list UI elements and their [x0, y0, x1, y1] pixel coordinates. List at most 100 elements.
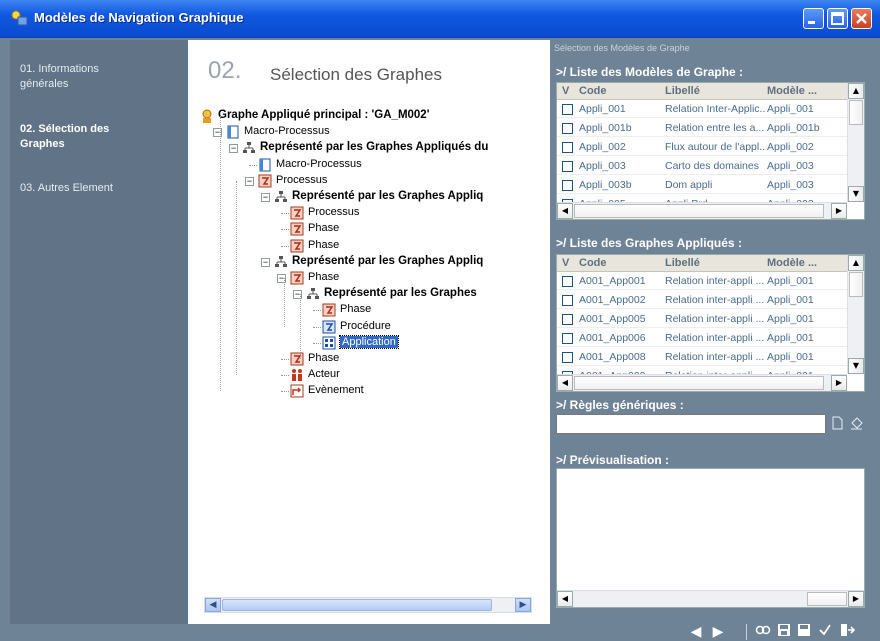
- tree-node[interactable]: Procédure: [200, 319, 535, 335]
- exit-icon[interactable]: [838, 623, 856, 641]
- tree-node[interactable]: − Processus: [200, 173, 535, 189]
- row-checkbox[interactable]: [562, 142, 573, 153]
- scroll-left-button[interactable]: ◀: [557, 203, 573, 219]
- row-checkbox[interactable]: [562, 333, 573, 344]
- preview-scroll-right[interactable]: ▶: [848, 591, 864, 607]
- collapse-toggle-icon[interactable]: −: [229, 144, 238, 154]
- tree-node[interactable]: − Représenté par les Graphes Appliqués du: [200, 140, 535, 156]
- next-arrow-icon[interactable]: ▶: [711, 623, 725, 641]
- scroll-thumb[interactable]: [222, 599, 492, 611]
- nav-step-autres-elements[interactable]: 03. Autres Element: [20, 181, 185, 196]
- table-row[interactable]: A001_App005 Relation inter-appli ... Appli…: [557, 311, 847, 328]
- tree-node-label: Phase: [308, 238, 340, 251]
- scroll-right-button[interactable]: ▶: [515, 598, 531, 612]
- table-row[interactable]: A001_App006 Relation inter-appli ... Appli…: [557, 330, 847, 347]
- row-checkbox[interactable]: [562, 104, 573, 115]
- scroll-thumb[interactable]: [574, 376, 824, 390]
- column-header[interactable]: Modèle ...: [767, 85, 817, 97]
- validate-icon[interactable]: [816, 623, 834, 641]
- column-header[interactable]: Code: [579, 85, 607, 97]
- links-icon[interactable]: [754, 623, 772, 641]
- row-checkbox[interactable]: [562, 314, 573, 325]
- rules-input[interactable]: [556, 414, 826, 434]
- column-header[interactable]: V: [562, 85, 569, 97]
- tree-node[interactable]: Phase: [200, 221, 535, 237]
- scroll-thumb[interactable]: [574, 204, 824, 218]
- scroll-thumb[interactable]: [849, 272, 863, 297]
- preview-scroll-left[interactable]: ◀: [557, 591, 573, 607]
- scroll-down-button[interactable]: ▼: [848, 186, 864, 202]
- row-checkbox[interactable]: [562, 161, 573, 172]
- maximize-button[interactable]: [827, 8, 848, 29]
- vertical-scrollbar[interactable]: ▲ ▼: [847, 83, 864, 202]
- new-document-icon[interactable]: [828, 416, 845, 432]
- column-header[interactable]: Code: [579, 257, 607, 269]
- collapse-toggle-icon[interactable]: −: [245, 176, 254, 186]
- column-header[interactable]: Libellé: [665, 85, 700, 97]
- tree-node[interactable]: Phase: [200, 238, 535, 254]
- tree-node[interactable]: Phase: [200, 351, 535, 367]
- horizontal-scrollbar[interactable]: ◀ ▶: [557, 374, 847, 391]
- scroll-left-button[interactable]: ◀: [557, 375, 573, 391]
- scroll-right-button[interactable]: ▶: [831, 375, 847, 391]
- tree-node[interactable]: − Macro-Processus: [200, 124, 535, 140]
- tree-horizontal-scrollbar[interactable]: ◀ ▶: [204, 597, 532, 613]
- collapse-toggle-icon[interactable]: −: [261, 193, 270, 202]
- collapse-toggle-icon[interactable]: −: [261, 257, 270, 267]
- vertical-scrollbar[interactable]: ▲ ▼: [847, 255, 864, 374]
- row-checkbox[interactable]: [562, 180, 573, 191]
- graph-selection-panel: 02. Sélection des Graphes Graphe Appliqu…: [188, 40, 550, 624]
- scroll-up-button[interactable]: ▲: [848, 83, 864, 99]
- tree-node[interactable]: Evènement: [200, 383, 535, 399]
- row-checkbox[interactable]: [562, 123, 573, 134]
- column-header[interactable]: V: [562, 257, 569, 269]
- row-checkbox[interactable]: [562, 295, 573, 306]
- tree-node[interactable]: − Phase: [200, 270, 535, 286]
- column-header[interactable]: Libellé: [665, 257, 700, 269]
- delete-rule-icon[interactable]: [848, 416, 865, 432]
- scroll-thumb[interactable]: [849, 100, 863, 125]
- table-row[interactable]: Appli_002 Flux autour de l'appl... Appli_0…: [557, 139, 847, 156]
- table-row[interactable]: Appli_003 Carto des domaines Appli_003: [557, 158, 847, 175]
- applied-graphs-grid[interactable]: V Code Libellé Modèle ... A001_App001 Relatio…: [556, 254, 865, 392]
- scroll-right-button[interactable]: ▶: [831, 203, 847, 219]
- tree-node[interactable]: − Représenté par les Graphes Appliq: [200, 189, 535, 205]
- tree-node[interactable]: Graphe Appliqué principal : 'GA_M002': [200, 108, 535, 124]
- save-as-icon[interactable]: [775, 623, 793, 641]
- table-row[interactable]: A001_App008 Relation inter-appli ... Appli…: [557, 349, 847, 366]
- cell-model: Appli_001: [767, 294, 814, 306]
- save-icon[interactable]: [795, 623, 813, 641]
- scroll-left-button[interactable]: ◀: [205, 598, 221, 612]
- cell-model: Appli_001: [767, 313, 814, 325]
- preview-horizontal-scrollbar[interactable]: ◀ ▶: [557, 590, 864, 607]
- row-checkbox[interactable]: [562, 276, 573, 287]
- tree-node[interactable]: Processus: [200, 205, 535, 221]
- tree-node[interactable]: Macro-Processus: [200, 157, 535, 173]
- models-grid[interactable]: V Code Libellé Modèle ... Appli_001 Relation …: [556, 82, 865, 220]
- scroll-down-button[interactable]: ▼: [848, 358, 864, 374]
- tree-node-label: Macro-Processus: [244, 125, 330, 138]
- horizontal-scrollbar[interactable]: ◀ ▶: [557, 202, 847, 219]
- minimize-button[interactable]: [803, 8, 824, 29]
- table-row[interactable]: A001_App002 Relation inter-appli ... Appli…: [557, 292, 847, 309]
- table-row[interactable]: Appli_001b Relation entre les a... Appli_0…: [557, 120, 847, 137]
- preview-scroll-thumb[interactable]: [807, 592, 847, 606]
- tree-node[interactable]: Phase: [200, 302, 535, 318]
- table-row[interactable]: Appli_003b Dom appli Appli_003: [557, 177, 847, 194]
- tree-node[interactable]: Acteur: [200, 367, 535, 383]
- nav-step-informations[interactable]: 01. Informations générales: [20, 62, 185, 92]
- table-row[interactable]: Appli_001 Relation Inter-Applic... Appli_0…: [557, 101, 847, 118]
- table-row[interactable]: A001_App001 Relation inter-appli ... Appli…: [557, 273, 847, 290]
- tree-node[interactable]: Application: [200, 334, 535, 351]
- tree-node-label: Phase: [308, 352, 340, 364]
- tree-node[interactable]: − Représenté par les Graphes Appliq: [200, 254, 535, 270]
- row-checkbox[interactable]: [562, 352, 573, 363]
- close-button[interactable]: [851, 8, 872, 29]
- column-header[interactable]: Modèle ...: [767, 257, 817, 269]
- graph-tree[interactable]: Graphe Appliqué principal : 'GA_M002' − Ma…: [200, 108, 535, 602]
- tree-node[interactable]: − Représenté par les Graphes: [200, 286, 535, 302]
- prev-arrow-icon[interactable]: ◀: [689, 623, 703, 641]
- scroll-up-button[interactable]: ▲: [848, 255, 864, 271]
- nav-step-selection-graphes[interactable]: 02. Sélection des Graphes: [20, 122, 185, 152]
- tree-node-label: Représenté par les Graphes Appliq: [292, 190, 484, 202]
